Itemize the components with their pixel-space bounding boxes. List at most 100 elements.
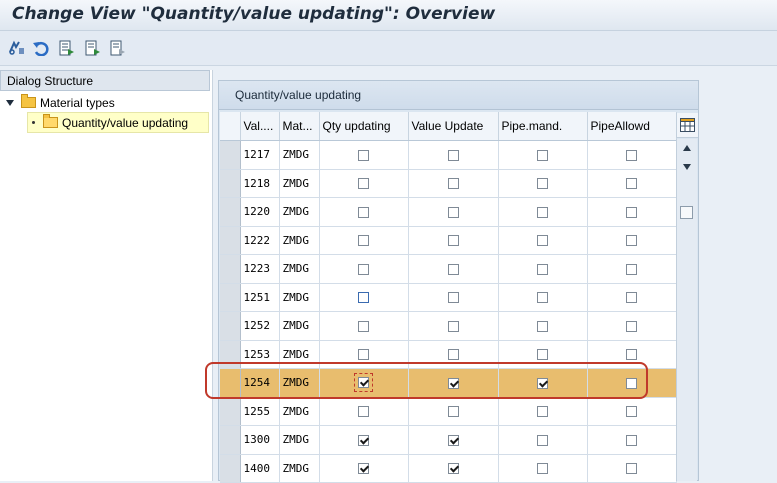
pipe-allowd-checkbox[interactable] — [626, 206, 637, 218]
row-selector[interactable] — [220, 340, 241, 369]
column-header-qty-updating[interactable]: Qty updating — [319, 112, 409, 141]
pipe-allowd-checkbox[interactable] — [626, 292, 637, 304]
cell-value-update — [408, 283, 499, 312]
table-row[interactable]: 1218 ZMDG — [220, 169, 677, 198]
tree-item-material-types[interactable]: Material types — [6, 93, 115, 112]
cell-qty-updating — [319, 283, 409, 312]
pipe-mand-checkbox[interactable] — [537, 292, 548, 304]
row-selector[interactable] — [220, 226, 241, 255]
cell-material-type: ZMDG — [279, 226, 320, 255]
pipe-mand-checkbox[interactable] — [537, 149, 548, 161]
qty-updating-checkbox[interactable] — [358, 349, 369, 361]
pipe-mand-checkbox[interactable] — [537, 235, 548, 247]
value-update-checkbox[interactable] — [447, 463, 459, 475]
table-row[interactable]: 1217 ZMDG — [220, 140, 677, 170]
row-selector[interactable] — [220, 140, 241, 170]
table-row[interactable]: 1222 ZMDG — [220, 226, 677, 255]
select-all-icon[interactable] — [57, 38, 77, 58]
qty-updating-checkbox[interactable] — [358, 206, 369, 218]
pipe-mand-checkbox[interactable] — [537, 178, 548, 190]
value-update-checkbox[interactable] — [447, 178, 459, 190]
column-header-value-update[interactable]: Value Update — [408, 112, 499, 141]
pipe-mand-checkbox[interactable] — [537, 377, 548, 389]
pipe-mand-checkbox[interactable] — [537, 349, 548, 361]
value-update-checkbox[interactable] — [447, 292, 459, 304]
qty-updating-checkbox[interactable] — [358, 434, 369, 446]
cell-qty-updating — [319, 169, 409, 198]
value-update-checkbox[interactable] — [447, 434, 459, 446]
row-selector[interactable] — [220, 397, 241, 426]
table-row[interactable]: 1254 ZMDG — [220, 368, 677, 398]
tree-item-quantity-value-updating[interactable]: Quantity/value updating — [27, 112, 209, 133]
column-header-mat[interactable]: Mat... — [279, 112, 320, 141]
pipe-allowd-checkbox[interactable] — [626, 178, 637, 190]
column-settings-icon[interactable] — [676, 113, 698, 138]
pipe-allowd-checkbox[interactable] — [626, 377, 637, 389]
qty-updating-checkbox[interactable] — [358, 235, 369, 247]
table-row[interactable]: 1300 ZMDG — [220, 425, 677, 455]
qty-updating-checkbox[interactable] — [358, 406, 369, 418]
qty-updating-checkbox[interactable] — [358, 377, 369, 389]
value-update-checkbox[interactable] — [447, 349, 459, 361]
pipe-allowd-checkbox[interactable] — [626, 263, 637, 275]
row-selector[interactable] — [220, 311, 241, 341]
value-update-checkbox[interactable] — [447, 206, 459, 218]
qty-updating-checkbox[interactable] — [358, 292, 369, 304]
column-header-val[interactable]: Val.... — [240, 112, 280, 141]
pipe-allowd-checkbox[interactable] — [626, 235, 637, 247]
scroll-down-arrow-icon[interactable] — [683, 164, 691, 170]
pipe-allowd-checkbox[interactable] — [626, 434, 637, 446]
scroll-up-arrow-icon[interactable] — [683, 145, 691, 151]
row-selector[interactable] — [220, 454, 241, 483]
column-header-pipe-mand[interactable]: Pipe.mand. — [498, 112, 588, 141]
table-row[interactable]: 1220 ZMDG — [220, 197, 677, 227]
undo-icon[interactable] — [31, 38, 51, 58]
display-change-icon[interactable] — [7, 38, 27, 58]
select-all-cell[interactable] — [220, 112, 241, 141]
cell-valuation-area: 1218 — [240, 169, 280, 198]
qty-updating-checkbox[interactable] — [358, 320, 369, 332]
value-update-checkbox[interactable] — [447, 235, 459, 247]
value-update-checkbox[interactable] — [447, 406, 459, 418]
deselect-all-icon[interactable] — [108, 38, 128, 58]
focus-ring — [354, 373, 373, 393]
table-row[interactable]: 1251 ZMDG — [220, 283, 677, 312]
pipe-allowd-checkbox[interactable] — [626, 463, 637, 475]
pipe-allowd-checkbox[interactable] — [626, 320, 637, 332]
row-selector[interactable] — [220, 169, 241, 198]
qty-updating-checkbox[interactable] — [358, 463, 369, 475]
qty-updating-checkbox[interactable] — [358, 149, 369, 161]
pipe-mand-checkbox[interactable] — [537, 434, 548, 446]
pipe-allowd-checkbox[interactable] — [626, 406, 637, 418]
expand-arrow-icon[interactable] — [6, 99, 14, 106]
qty-updating-checkbox[interactable] — [358, 263, 369, 275]
table-row[interactable]: 1255 ZMDG — [220, 397, 677, 426]
scroll-thumb[interactable] — [680, 206, 693, 219]
pipe-mand-checkbox[interactable] — [537, 263, 548, 275]
value-update-checkbox[interactable] — [447, 263, 459, 275]
pipe-allowd-checkbox[interactable] — [626, 149, 637, 161]
table-row[interactable]: 1253 ZMDG — [220, 340, 677, 369]
value-update-checkbox[interactable] — [447, 320, 459, 332]
cell-value-update — [408, 340, 499, 369]
pipe-mand-checkbox[interactable] — [537, 463, 548, 475]
value-update-checkbox[interactable] — [447, 149, 459, 161]
row-selector[interactable] — [220, 197, 241, 227]
column-header-pipe-allowd[interactable]: PipeAllowd — [587, 112, 677, 141]
table-row[interactable]: 1223 ZMDG — [220, 254, 677, 284]
pipe-mand-checkbox[interactable] — [537, 206, 548, 218]
pipe-allowd-checkbox[interactable] — [626, 349, 637, 361]
row-selector[interactable] — [220, 368, 241, 398]
table-row[interactable]: 1400 ZMDG — [220, 454, 677, 483]
row-selector[interactable] — [220, 254, 241, 284]
vertical-scrollbar[interactable] — [676, 139, 697, 481]
row-selector[interactable] — [220, 425, 241, 455]
cell-pipe-mand — [498, 140, 588, 170]
pipe-mand-checkbox[interactable] — [537, 320, 548, 332]
value-update-checkbox[interactable] — [447, 377, 459, 389]
select-block-icon[interactable] — [83, 38, 103, 58]
row-selector[interactable] — [220, 283, 241, 312]
qty-updating-checkbox[interactable] — [358, 178, 369, 190]
table-row[interactable]: 1252 ZMDG — [220, 311, 677, 341]
pipe-mand-checkbox[interactable] — [537, 406, 548, 418]
